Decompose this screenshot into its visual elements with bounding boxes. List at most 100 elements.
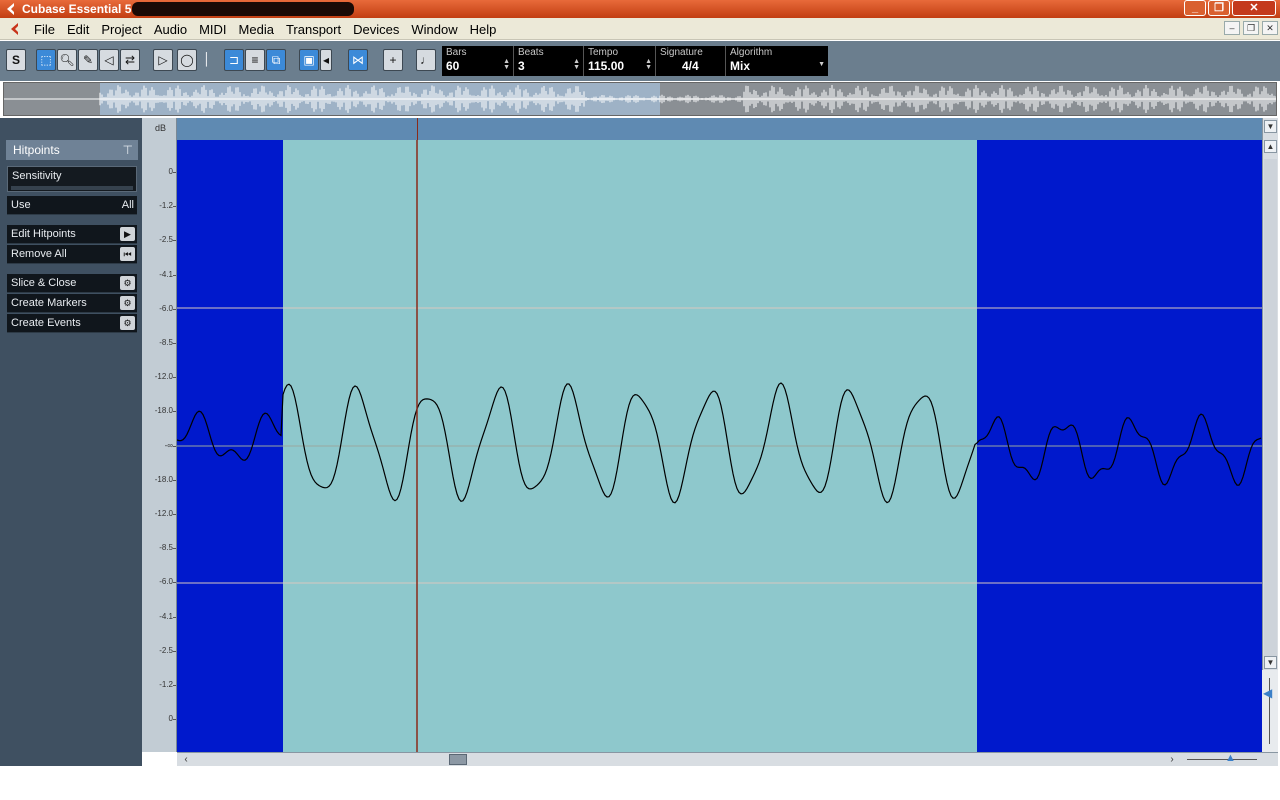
waveform-graphic — [177, 140, 1262, 752]
horizontal-zoom-knob-icon[interactable]: ▲ — [1225, 752, 1236, 764]
create-events-button[interactable]: Create Events ⚙ — [7, 314, 137, 333]
scroll-menu-icon[interactable]: ▼ — [1264, 120, 1277, 133]
minimize-button[interactable]: _ — [1184, 0, 1206, 16]
beats-label: Beats — [518, 47, 544, 58]
tempo-spinner-icon[interactable]: ▲ ▼ — [645, 58, 652, 71]
loop-button[interactable]: ◯ — [177, 49, 197, 71]
zoom-tool-icon[interactable]: 🔍︎ — [57, 49, 77, 71]
bars-value[interactable]: 60 — [446, 59, 509, 73]
beats-value[interactable]: 3 — [518, 59, 579, 73]
draw-tool-icon[interactable]: ✎ — [78, 49, 98, 71]
sensitivity-track[interactable] — [11, 186, 133, 190]
beats-field[interactable]: Beats 3 ▲ ▼ — [514, 46, 584, 76]
cubase-window: Cubase Essential 5 - _ ❐ ✕ File Edit Pro… — [0, 0, 1280, 800]
vertical-scrollbar[interactable]: ▼ ▲ ▼ — [1262, 118, 1278, 752]
snap-icon[interactable]: ≡ — [245, 49, 265, 71]
algorithm-field[interactable]: Algorithm Mix ▼ — [726, 46, 828, 76]
snap-zero-crossing-icon[interactable]: ▣ — [299, 49, 319, 71]
scroll-left-icon[interactable]: ‹ — [179, 753, 193, 766]
vertical-scroll-thumb[interactable] — [1264, 159, 1277, 659]
vertical-zoom-slider[interactable]: ◀ — [1262, 670, 1278, 752]
use-label: Use — [11, 199, 31, 211]
db-tick: -6.0 — [159, 577, 176, 586]
db-tick: -6.0 — [159, 304, 176, 313]
algorithm-dropdown-icon[interactable]: ▼ — [818, 61, 825, 68]
tempo-field[interactable]: Tempo 115.00 ▲ ▼ — [584, 46, 656, 76]
tempo-value[interactable]: 115.00 — [588, 59, 651, 73]
bars-spinner-icon[interactable]: ▲ ▼ — [503, 58, 510, 71]
slice-close-button[interactable]: Slice & Close ⚙ — [7, 274, 137, 293]
metronome-note-icon[interactable]: ♩ — [416, 49, 436, 71]
vertical-zoom-knob-icon[interactable]: ◀ — [1263, 686, 1272, 700]
horizontal-scrollbar[interactable]: ‹ › ▲ — [177, 752, 1278, 766]
window-title: Cubase Essential 5 - — [22, 2, 139, 16]
autoscroll-icon[interactable]: ⊐ — [224, 49, 244, 71]
bars-field[interactable]: Bars 60 ▲ ▼ — [442, 46, 514, 76]
cubase-logo-icon — [7, 3, 14, 15]
use-selector[interactable]: Use All — [7, 196, 137, 215]
crosshair-icon[interactable]: + — [383, 49, 403, 71]
menu-window[interactable]: Window — [405, 22, 463, 37]
editor-toolbar: S ⬚ 🔍︎ ✎ ◁ ⇄ ▷ ◯ │ ⊐ ≡ ⧉ ▣ ◂ ⋈ + ♩ Bars … — [0, 41, 1280, 81]
signature-value[interactable]: 4/4 — [660, 59, 721, 73]
horizontal-scroll-thumb[interactable] — [449, 754, 467, 765]
gear-icon: ⚙ — [120, 276, 135, 290]
range-selection-tool-icon[interactable]: ⬚ — [36, 49, 56, 71]
menu-audio[interactable]: Audio — [148, 22, 193, 37]
title-bar: Cubase Essential 5 - _ ❐ ✕ — [0, 0, 1280, 18]
algorithm-label: Algorithm — [730, 47, 773, 58]
hitpoints-title: Hitpoints — [13, 143, 60, 157]
warp-tool-icon[interactable]: ⇄ — [120, 49, 140, 71]
horizontal-zoom-track[interactable] — [1187, 759, 1257, 760]
timeline-ruler[interactable] — [177, 118, 1262, 140]
scroll-right-icon[interactable]: › — [1165, 753, 1179, 766]
hitpoints-panel: Hitpoints ⊤ Sensitivity Use All Edit Hit… — [0, 118, 142, 766]
scroll-up-icon[interactable]: ▲ — [1264, 140, 1277, 153]
menu-media[interactable]: Media — [233, 22, 280, 37]
db-tick: -1.2 — [159, 201, 176, 210]
filter-icon[interactable]: ⊤ — [123, 143, 133, 157]
beats-spinner-icon[interactable]: ▲ ▼ — [573, 58, 580, 71]
use-value[interactable]: All — [122, 199, 134, 211]
menu-file[interactable]: File — [28, 22, 61, 37]
hitpoints-header[interactable]: Hitpoints ⊤ — [6, 140, 138, 160]
info-line: Bars 60 ▲ ▼ Beats 3 ▲ ▼ Tempo 115.00 ▲ ▼ Si… — [442, 46, 828, 76]
menu-project[interactable]: Project — [95, 22, 147, 37]
cubase-document-icon[interactable] — [8, 22, 22, 36]
edit-hitpoints-label: Edit Hitpoints — [11, 228, 76, 240]
menu-midi[interactable]: MIDI — [193, 22, 232, 37]
level-slider[interactable]: │ — [203, 49, 211, 71]
slice-close-label: Slice & Close — [11, 277, 77, 289]
create-markers-button[interactable]: Create Markers ⚙ — [7, 294, 137, 313]
db-tick: -2.5 — [159, 235, 176, 244]
solo-editor-button[interactable]: S — [6, 49, 26, 71]
show-events-icon[interactable]: ⧉ — [266, 49, 286, 71]
db-tick: -18.0 — [154, 406, 177, 415]
algorithm-value[interactable]: Mix — [730, 59, 824, 73]
waveform-display[interactable] — [177, 140, 1262, 752]
sensitivity-slider[interactable]: Sensitivity — [7, 166, 137, 192]
remove-all-icon: ⏮ — [120, 247, 135, 261]
remove-all-button[interactable]: Remove All ⏮ — [7, 245, 137, 264]
menu-devices[interactable]: Devices — [347, 22, 405, 37]
overview-waveform[interactable] — [3, 82, 1277, 116]
edit-hitpoints-button[interactable]: Edit Hitpoints ▶ — [7, 225, 137, 244]
menu-edit[interactable]: Edit — [61, 22, 95, 37]
gear-icon: ⚙ — [120, 316, 135, 330]
db-scale: dB 0 -1.2 -2.5 -4.1 -6.0 -8.5 -12.0 -18.… — [142, 118, 177, 752]
doc-close-button[interactable]: ✕ — [1262, 21, 1278, 35]
tempo-label: Tempo — [588, 47, 619, 58]
doc-minimize-button[interactable]: – — [1224, 21, 1240, 35]
doc-restore-button[interactable]: ❐ — [1243, 21, 1259, 35]
close-button[interactable]: ✕ — [1232, 0, 1276, 16]
play-button[interactable]: ▷ — [153, 49, 173, 71]
db-scale-title: dB — [155, 123, 167, 133]
scroll-down-icon[interactable]: ▼ — [1264, 656, 1277, 669]
snap-dropdown-icon[interactable]: ◂ — [320, 49, 332, 71]
signature-field[interactable]: Signature 4/4 — [656, 46, 726, 76]
speaker-tool-icon[interactable]: ◁ — [99, 49, 119, 71]
menu-help[interactable]: Help — [464, 22, 503, 37]
split-icon[interactable]: ⋈ — [348, 49, 368, 71]
maximize-button[interactable]: ❐ — [1208, 0, 1230, 16]
menu-transport[interactable]: Transport — [280, 22, 347, 37]
